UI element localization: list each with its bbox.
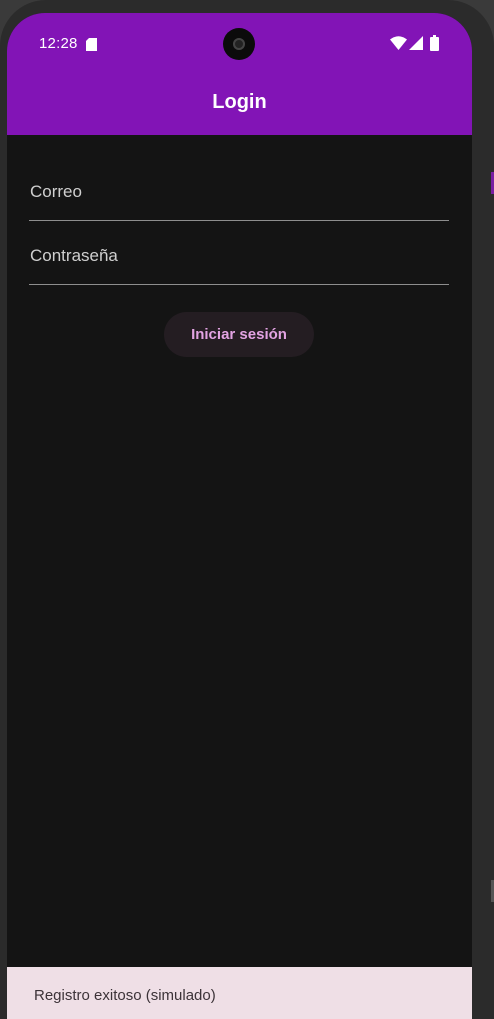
login-button[interactable]: Iniciar sesión bbox=[164, 312, 314, 357]
front-camera bbox=[223, 28, 255, 60]
password-field[interactable] bbox=[29, 228, 449, 285]
sd-card-icon bbox=[86, 38, 97, 51]
status-time: 12:28 bbox=[39, 35, 78, 52]
email-field[interactable] bbox=[29, 164, 449, 221]
snackbar-message: Registro exitoso (simulado) bbox=[34, 987, 216, 1004]
battery-icon bbox=[430, 35, 439, 51]
app-screen: 12:28 Login Correo Iniciar sesión Regist… bbox=[7, 13, 472, 1019]
password-input[interactable] bbox=[29, 228, 449, 284]
email-input[interactable] bbox=[29, 164, 449, 220]
status-bar: 12:28 bbox=[7, 13, 472, 73]
app-bar: 12:28 Login bbox=[7, 13, 472, 135]
snackbar: Registro exitoso (simulado) bbox=[7, 967, 472, 1019]
page-title: Login bbox=[212, 91, 267, 113]
wifi-icon bbox=[390, 36, 407, 50]
signal-icon bbox=[409, 36, 423, 50]
phone-frame: 12:28 Login Correo Iniciar sesión Regist… bbox=[0, 0, 494, 1019]
